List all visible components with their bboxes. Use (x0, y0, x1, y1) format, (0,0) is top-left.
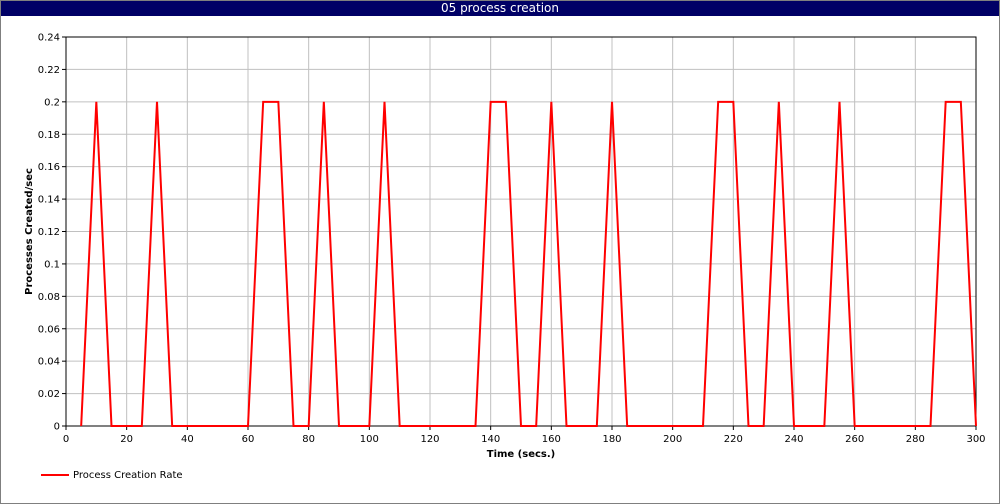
legend: Process Creation Rate (41, 468, 183, 482)
line-chart: 0 20 40 60 80 100 120 140 160 180 200 220 240 260 280 3… (24, 33, 986, 461)
y-tick-label: 0.04 (38, 357, 60, 368)
x-tick-label: 120 (420, 434, 439, 445)
x-tick-label: 100 (360, 434, 379, 445)
x-tick-label: 300 (966, 434, 985, 445)
x-tick-label: 180 (602, 434, 621, 445)
y-tick-label: 0.2 (44, 97, 60, 108)
grid-lines (65, 36, 977, 427)
y-tick-label: 0.22 (38, 65, 60, 76)
x-tick-label: 0 (63, 434, 69, 445)
x-tick-label: 260 (845, 434, 864, 445)
y-tick-label: 0 (54, 422, 60, 433)
x-tick-label: 140 (481, 434, 500, 445)
y-tick-label: 0.06 (38, 324, 60, 335)
x-tick-label: 60 (242, 434, 255, 445)
x-tick-label: 80 (302, 434, 315, 445)
y-tick-label: 0.12 (38, 227, 60, 238)
y-tick-label: 0.02 (38, 389, 60, 400)
y-tick-label: 0.24 (38, 33, 60, 44)
x-tick-label: 20 (120, 434, 133, 445)
legend-swatch-process-creation-rate (41, 474, 69, 476)
x-tick-label: 160 (542, 434, 561, 445)
chart-window: 05 process creation 0 20 40 60 80 100 120 140 16… (0, 0, 1000, 504)
x-tick-label: 40 (181, 434, 194, 445)
x-tick-label: 240 (784, 434, 803, 445)
legend-label-process-creation-rate: Process Creation Rate (73, 469, 183, 481)
y-tick-label: 0.14 (38, 195, 60, 206)
y-tick-label: 0.18 (38, 130, 60, 141)
x-axis-title: Time (secs.) (487, 449, 556, 460)
y-axis-title: Processes Created/sec (24, 168, 35, 295)
y-tick-label: 0.16 (38, 162, 60, 173)
y-tick-label: 0.08 (38, 292, 60, 303)
x-tick-label: 280 (906, 434, 925, 445)
window-title: 05 process creation (1, 1, 999, 16)
x-tick-label: 220 (724, 434, 743, 445)
y-tick-label: 0.1 (44, 259, 60, 270)
x-tick-label: 200 (663, 434, 682, 445)
